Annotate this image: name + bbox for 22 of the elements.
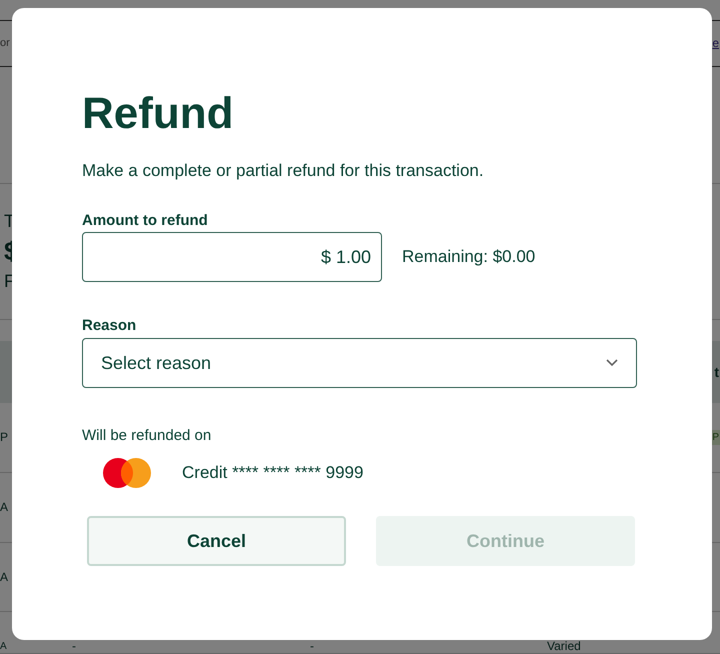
table-cell-text: A [0,568,10,586]
reason-select[interactable]: Select reason [82,338,637,388]
chevron-down-icon [606,359,618,367]
field-label: Amount to refund [82,213,208,228]
dialog-title: Refund [82,92,235,136]
refund-method-label: Will be refunded on [82,428,212,443]
table-cell-text: P [0,429,10,446]
field-label: Reason [82,318,136,333]
table-cell-text: - [71,640,77,652]
card-text: Credit **** **** **** 9999 [182,462,364,484]
card-logo-icon [103,458,151,488]
search-text: or [0,36,10,52]
cancel-button[interactable]: Cancel [87,516,346,566]
table-cell: Varied [547,640,581,652]
dialog-description: Make a complete or partial refund for this transaction. [82,162,485,179]
amount-field[interactable]: $ 1.00 [82,232,382,282]
link[interactable]: e [712,34,719,52]
remaining-text: Remaining: $0.00 [402,246,536,268]
table-cell-text: - [310,640,315,652]
table-cell-text: A [0,642,8,652]
table-cell-text: A [0,499,10,516]
column-header: t [714,362,719,382]
